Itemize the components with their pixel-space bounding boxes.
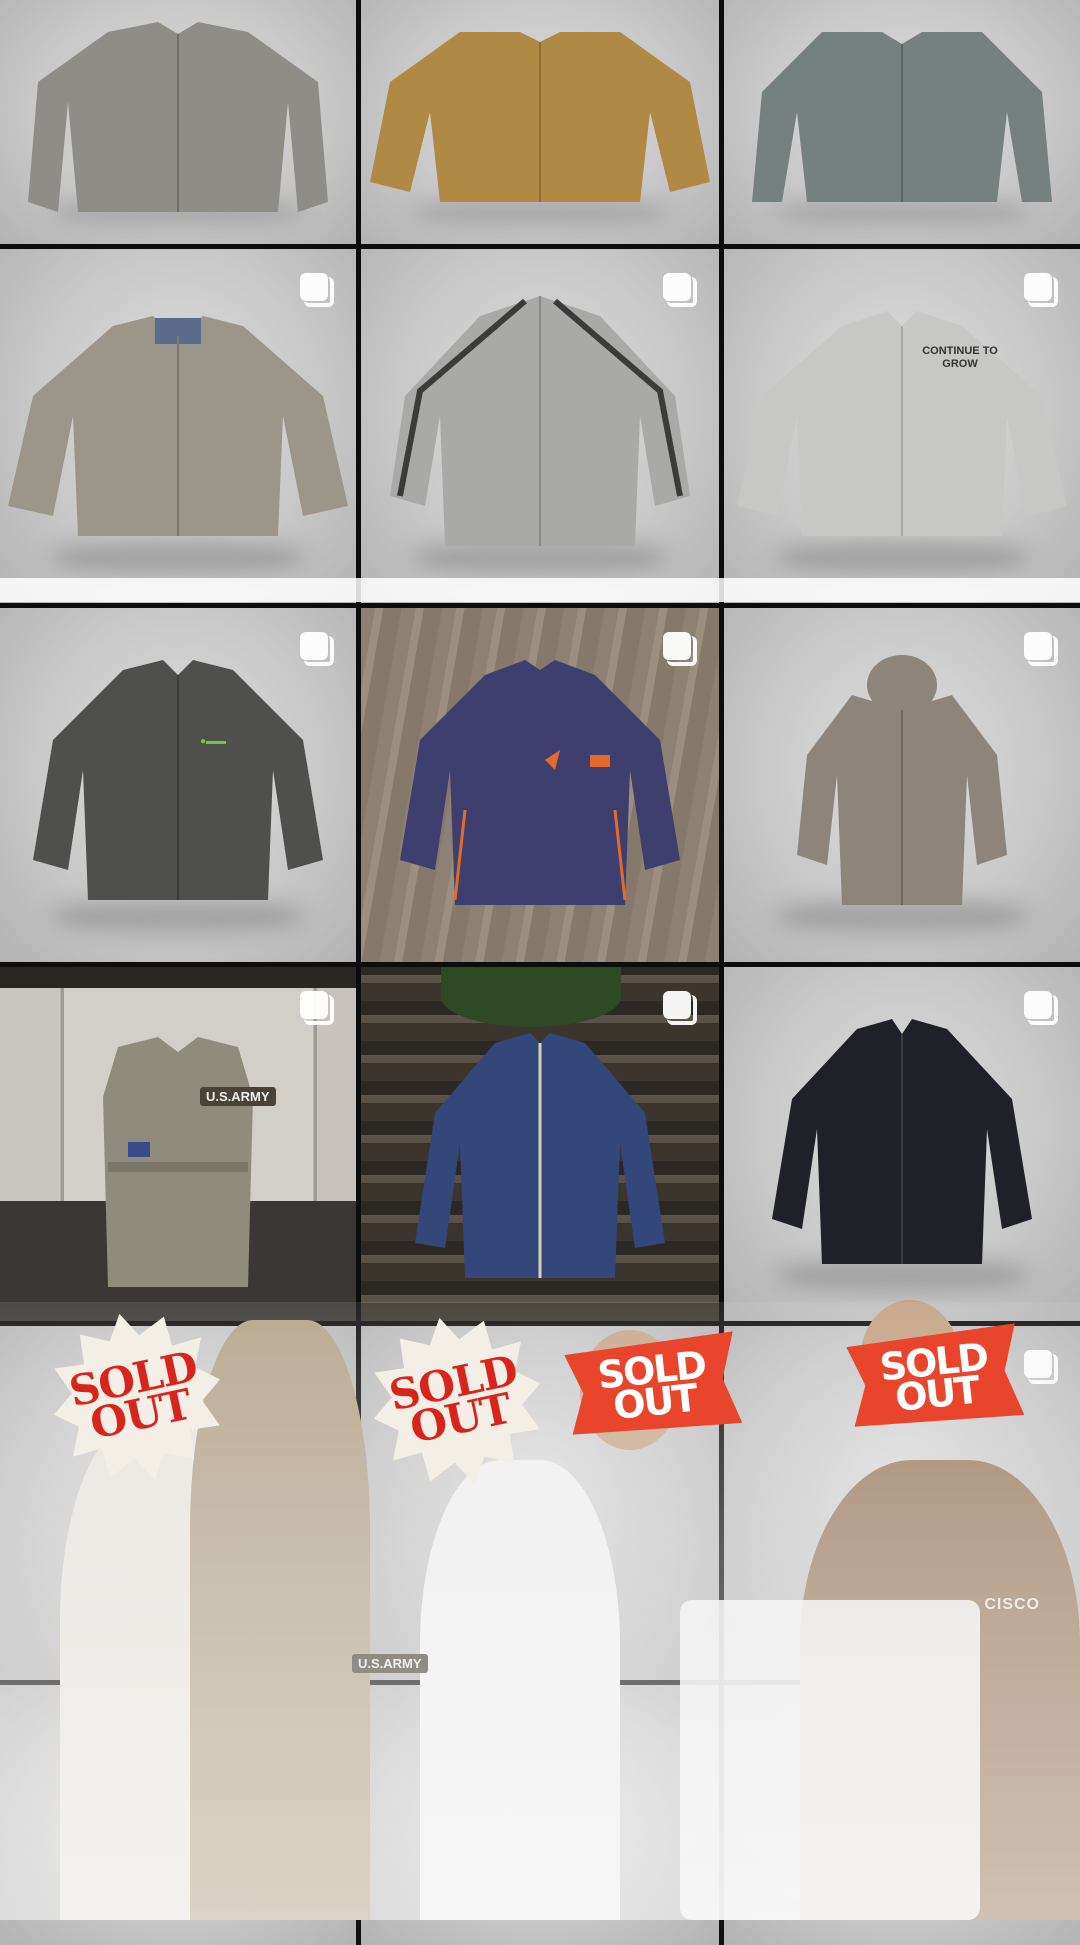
grey-jacket-image xyxy=(18,22,338,222)
khaki-vest-image xyxy=(78,1036,278,1287)
held-white-shirt xyxy=(680,1600,980,1920)
grid-post-8[interactable] xyxy=(361,608,719,962)
carousel-icon xyxy=(1024,1350,1058,1384)
sold-out-text-4: SOLD OUT xyxy=(877,1334,990,1421)
sold-out-badge-4: SOLD OUT xyxy=(846,1323,1025,1432)
carousel-icon xyxy=(300,273,334,307)
sold-out-badge-1: SOLD OUT xyxy=(36,1296,238,1498)
black-jacket-image xyxy=(767,1019,1037,1269)
carousel-icon xyxy=(663,273,697,307)
grid-post-11[interactable] xyxy=(361,967,719,1321)
scroll-highlight-band xyxy=(0,578,1080,602)
sold-out-badge-2: SOLD OUT xyxy=(356,1300,558,1502)
sold-out-text-3: SOLD OUT xyxy=(595,1342,708,1429)
vest-name-patch: U.S.ARMY xyxy=(200,1087,276,1106)
carousel-icon xyxy=(1024,632,1058,666)
grid-post-5[interactable] xyxy=(361,249,719,603)
foliage xyxy=(441,967,621,1027)
person-3 xyxy=(420,1460,620,1920)
grid-post-9[interactable] xyxy=(724,608,1080,962)
mustard-jacket-image xyxy=(370,32,710,212)
chest-print-text: CONTINUE TO GROW xyxy=(922,345,998,370)
carousel-icon xyxy=(1024,273,1058,307)
grid-post-10[interactable]: U.S.ARMY xyxy=(0,967,356,1321)
grid-post-4[interactable] xyxy=(0,249,356,603)
cisco-logo-print: CISCO xyxy=(984,1596,1040,1613)
shirt-name-patch: U.S.ARMY xyxy=(352,1654,428,1673)
carousel-icon xyxy=(663,991,697,1025)
carousel-icon xyxy=(1024,991,1058,1025)
navy-parka-image xyxy=(410,1033,670,1283)
carousel-icon xyxy=(663,632,697,666)
brand-logo-mark: ●▬▬ xyxy=(200,736,227,747)
grid-post-1[interactable] xyxy=(0,0,356,244)
beige-hooded-jacket-image xyxy=(792,655,1012,915)
carousel-icon xyxy=(300,991,334,1025)
light-coach-jacket-image xyxy=(732,306,1072,546)
taupe-jacket-image xyxy=(3,306,353,546)
charcoal-work-jacket-image xyxy=(28,660,328,910)
grid-post-7[interactable]: ●▬▬ xyxy=(0,608,356,962)
silver-track-jacket-image xyxy=(380,296,700,556)
navy-windbreaker-image xyxy=(395,660,685,910)
carousel-icon xyxy=(300,632,334,666)
grid-post-6[interactable]: CONTINUE TO GROW xyxy=(724,249,1080,603)
grid-post-3[interactable] xyxy=(724,0,1080,244)
grid-post-2[interactable] xyxy=(361,0,719,244)
slate-jacket-image xyxy=(742,32,1062,212)
sold-out-badge-3: SOLD OUT xyxy=(564,1331,743,1440)
grid-post-12[interactable] xyxy=(724,967,1080,1321)
